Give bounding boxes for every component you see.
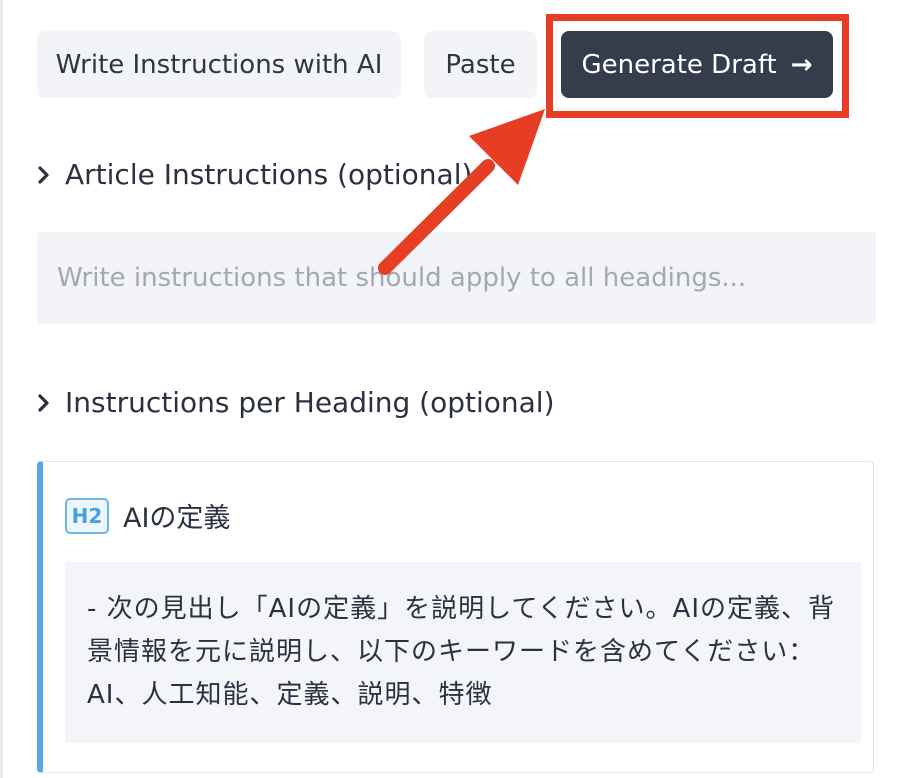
annotation-arrow	[378, 109, 545, 275]
